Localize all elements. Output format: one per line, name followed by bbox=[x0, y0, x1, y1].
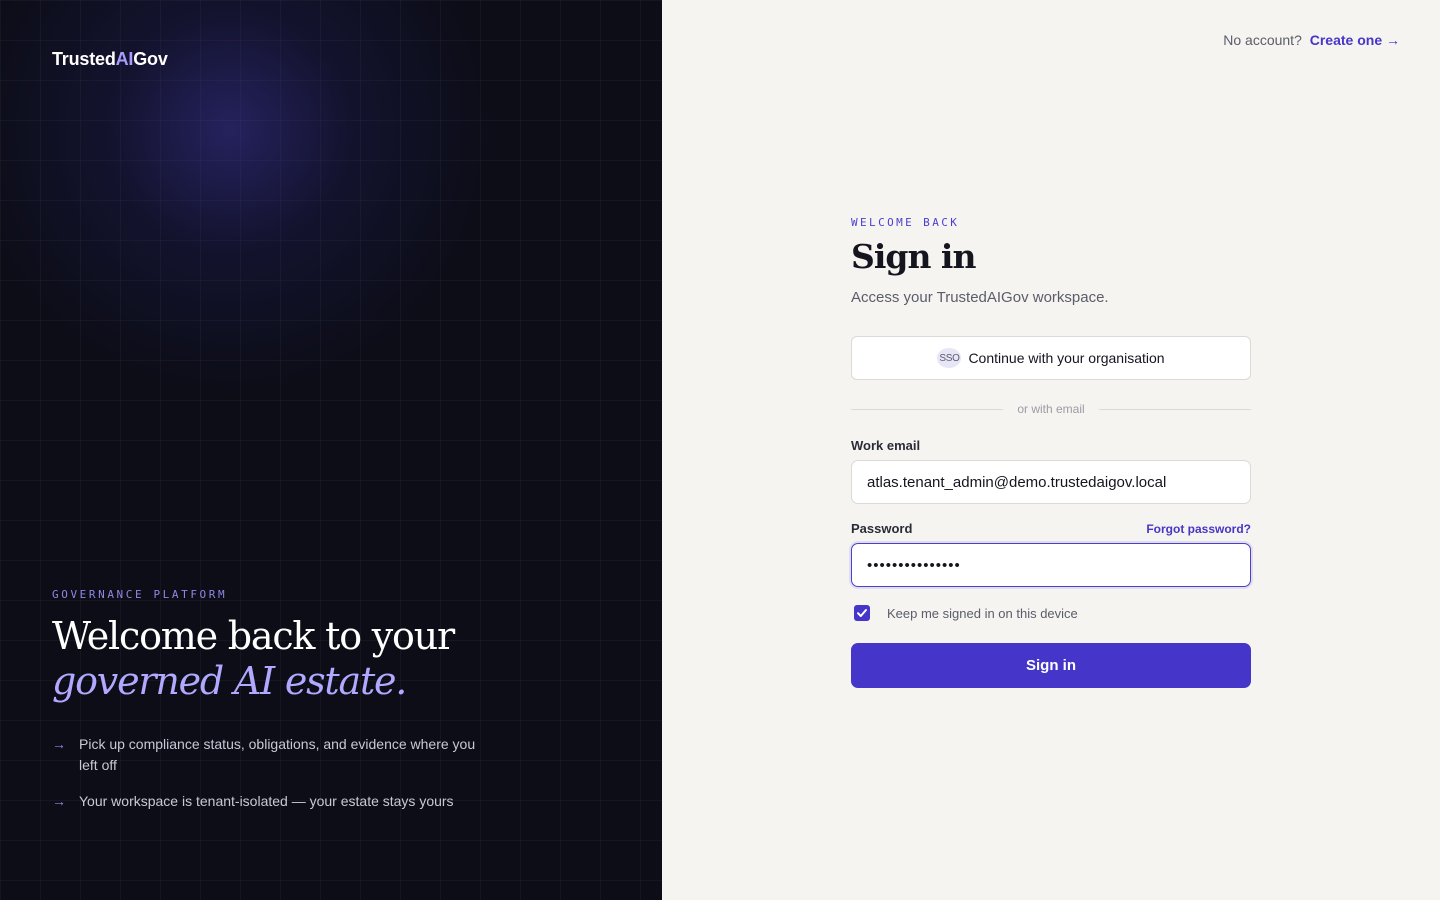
headline-plain: Welcome back to your bbox=[52, 614, 455, 658]
logo-text-accent: AI bbox=[115, 49, 134, 69]
signup-prompt: No account? Create one → bbox=[1223, 32, 1400, 48]
logo-text-suffix: Gov bbox=[133, 49, 168, 69]
sign-in-form: WELCOME BACK Sign in Access your Trusted… bbox=[851, 216, 1252, 688]
create-account-link[interactable]: Create one → bbox=[1310, 32, 1400, 48]
logo-text-prefix: Trusted bbox=[52, 49, 116, 69]
password-label-row: Password Forgot password? bbox=[851, 521, 1251, 536]
divider-label: or with email bbox=[1017, 402, 1085, 416]
checkmark-icon bbox=[857, 609, 867, 617]
sign-in-button[interactable]: Sign in bbox=[851, 643, 1251, 688]
feature-item: → Pick up compliance status, obligations… bbox=[52, 734, 492, 776]
page-subtitle: Access your TrustedAIGov workspace. bbox=[851, 289, 1109, 306]
panel-headline: Welcome back to your governed AI estate. bbox=[52, 614, 612, 704]
sso-button[interactable]: SSO Continue with your organisation bbox=[851, 336, 1251, 380]
brand-panel: TrustedAIGov GOVERNANCE PLATFORM Welcome… bbox=[0, 0, 662, 900]
password-label: Password bbox=[851, 521, 913, 536]
signup-prompt-text: No account? bbox=[1223, 32, 1302, 48]
feature-list: → Pick up compliance status, obligations… bbox=[52, 734, 492, 827]
email-label: Work email bbox=[851, 438, 921, 453]
remember-me-checkbox[interactable] bbox=[854, 605, 870, 621]
arrow-right-icon: → bbox=[52, 736, 66, 752]
logo[interactable]: TrustedAIGov bbox=[52, 49, 168, 70]
remember-me-label[interactable]: Keep me signed in on this device bbox=[887, 606, 1078, 621]
page-title: Sign in bbox=[851, 237, 976, 276]
password-field[interactable]: ••••••••••••••• bbox=[851, 543, 1251, 587]
arrow-right-icon: → bbox=[52, 793, 66, 809]
email-value: atlas.tenant_admin@demo.trustedaigov.loc… bbox=[867, 473, 1167, 491]
email-field[interactable]: atlas.tenant_admin@demo.trustedaigov.loc… bbox=[851, 460, 1251, 504]
divider: or with email bbox=[851, 402, 1252, 416]
password-value: ••••••••••••••• bbox=[867, 556, 961, 574]
remember-me: Keep me signed in on this device bbox=[851, 605, 1251, 621]
divider-line bbox=[1098, 408, 1252, 410]
feature-text: Pick up compliance status, obligations, … bbox=[79, 736, 476, 773]
panel-eyebrow: GOVERNANCE PLATFORM bbox=[52, 588, 228, 601]
sso-button-label: Continue with your organisation bbox=[968, 350, 1165, 366]
headline-italic: governed AI estate. bbox=[52, 659, 407, 703]
forgot-password-link[interactable]: Forgot password? bbox=[1146, 522, 1251, 536]
feature-text: Your workspace is tenant-isolated — your… bbox=[79, 793, 454, 809]
divider-line bbox=[851, 408, 1004, 410]
form-eyebrow: WELCOME BACK bbox=[851, 216, 960, 229]
feature-item: → Your workspace is tenant-isolated — yo… bbox=[52, 791, 492, 812]
sso-icon: SSO bbox=[937, 348, 962, 368]
